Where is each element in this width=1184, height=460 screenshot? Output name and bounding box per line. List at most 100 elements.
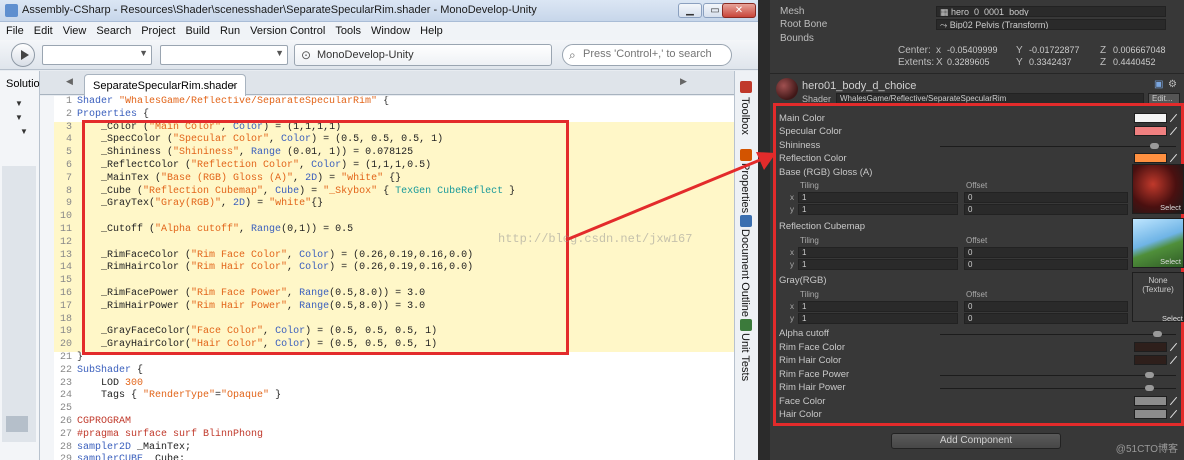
rim-face-power-slider[interactable] (940, 375, 1176, 376)
tiling-x-field[interactable]: 1 (798, 192, 958, 203)
center-x-field[interactable]: -0.05409999 (944, 45, 1006, 56)
monodevelop-window: Assembly-CSharp - Resources\Shader\scene… (0, 0, 758, 460)
gear-icon[interactable]: ⚙ (1168, 79, 1177, 90)
rim-hair-power-knob[interactable] (1145, 385, 1154, 391)
prop-spec-color-label: Specular Color (779, 126, 842, 137)
eyedropper-icon[interactable] (1169, 355, 1178, 365)
menu-run[interactable]: Run (214, 22, 244, 37)
mesh-field[interactable]: ▦ hero_0_0001_body (936, 6, 1166, 17)
search-box[interactable]: ⌕ (562, 44, 732, 66)
pad-unit-tests[interactable]: Unit Tests (739, 333, 751, 381)
solution-pad-label[interactable]: Solutio (6, 78, 40, 90)
menu-window[interactable]: Window (365, 22, 414, 37)
shininess-knob[interactable] (1150, 143, 1159, 149)
code-line[interactable]: 27 #pragma surface surf BlinnPhong (54, 429, 734, 442)
center-z-field[interactable]: 0.006667048 (1110, 45, 1180, 56)
expand-arrow-icon[interactable]: ▼ (15, 99, 23, 108)
add-component-button[interactable]: Add Component (891, 433, 1061, 449)
eyedropper-icon[interactable] (1169, 396, 1178, 406)
search-input[interactable] (583, 48, 728, 60)
minimize-button[interactable]: ▁ (678, 3, 702, 18)
tab-separatespecularrim[interactable]: SeparateSpecularRim.shader × (84, 74, 246, 96)
help-icon[interactable]: ▣ (1154, 79, 1163, 90)
menu-file[interactable]: File (0, 22, 28, 37)
code-line[interactable]: 22 SubShader { (54, 365, 734, 378)
menu-version-control[interactable]: Version Control (244, 22, 329, 37)
rim-face-power-knob[interactable] (1145, 372, 1154, 378)
code-line[interactable]: 23 LOD 300 (54, 378, 734, 391)
line-number: 19 (59, 326, 72, 338)
eyedropper-icon[interactable] (1169, 409, 1178, 419)
menu-search[interactable]: Search (90, 22, 135, 37)
menu-project[interactable]: Project (135, 22, 179, 37)
cube-offset-y-field[interactable]: 0 (964, 259, 1128, 270)
center-y-field[interactable]: -0.01722877 (1026, 45, 1092, 56)
offset-y-field[interactable]: 0 (964, 204, 1128, 215)
cube-tiling-y-field[interactable]: 1 (798, 259, 958, 270)
gray-offset-y-field[interactable]: 0 (964, 313, 1128, 324)
code-line[interactable]: 25 (54, 403, 734, 416)
code-line[interactable]: 26 CGPROGRAM (54, 416, 734, 429)
eyedropper-icon[interactable] (1169, 342, 1178, 352)
code-line[interactable]: 28 sampler2D _MainTex; (54, 442, 734, 455)
nav-back-icon[interactable]: ◀ (66, 76, 73, 87)
root-bone-field[interactable]: ⤳ Bip02 Pelvis (Transform) (936, 19, 1166, 30)
line-number: 21 (59, 352, 72, 363)
alpha-cutoff-knob[interactable] (1153, 331, 1162, 337)
menu-edit[interactable]: Edit (28, 22, 57, 37)
eyedropper-icon[interactable] (1169, 113, 1178, 123)
code-token: SubShader (77, 364, 132, 376)
eyedropper-icon[interactable] (1169, 126, 1178, 136)
root-bone-label: Root Bone (780, 19, 828, 30)
main-color-swatch[interactable] (1134, 113, 1167, 123)
configuration-combo[interactable]: ▼ (42, 45, 152, 65)
scrollbar[interactable] (2, 166, 36, 442)
close-icon[interactable]: × (231, 80, 237, 92)
select-button[interactable]: Select (1160, 257, 1181, 266)
expand-arrow-icon[interactable]: ▼ (20, 127, 28, 136)
extents-z-field[interactable]: 0.4440452 (1110, 57, 1180, 68)
code-line[interactable]: 1 Shader "WhalesGame/Reflective/SeparateS… (54, 96, 734, 109)
pad-toolbox[interactable]: Toolbox (739, 97, 751, 135)
code-token: _MainTex; (131, 441, 192, 453)
code-line[interactable]: 29 samplerCUBE _Cube; (54, 454, 734, 460)
menu-tools[interactable]: Tools (329, 22, 365, 37)
offset-x-field[interactable]: 0 (964, 192, 1128, 203)
menu-view[interactable]: View (57, 22, 91, 37)
cube-tiling-x-field[interactable]: 1 (798, 247, 958, 258)
run-button[interactable] (11, 43, 35, 67)
gray-tiling-y-field[interactable]: 1 (798, 313, 958, 324)
code-token: Properties (77, 108, 138, 120)
rim-hair-power-slider[interactable] (940, 388, 1176, 389)
base-texture-slot[interactable]: Select (1132, 164, 1184, 214)
gray-tiling-x-field[interactable]: 1 (798, 301, 958, 312)
select-button[interactable]: Select (1162, 314, 1183, 323)
hair-color-swatch[interactable] (1134, 409, 1167, 419)
alpha-cutoff-slider[interactable] (940, 334, 1176, 335)
shininess-slider[interactable] (940, 146, 1176, 147)
close-button[interactable]: ✕ (722, 3, 756, 18)
pad-document-outline[interactable]: Document Outline (739, 229, 751, 317)
pad-properties[interactable]: Properties (739, 163, 751, 213)
spec-color-swatch[interactable] (1134, 126, 1167, 136)
blog-watermark: http://blog.csdn.net/jxw167 (498, 232, 693, 246)
reflection-color-swatch[interactable] (1134, 153, 1167, 163)
rim-hair-color-swatch[interactable] (1134, 355, 1167, 365)
cube-offset-x-field[interactable]: 0 (964, 247, 1128, 258)
rim-face-color-swatch[interactable] (1134, 342, 1167, 352)
face-color-swatch[interactable] (1134, 396, 1167, 406)
tiling-y-field[interactable]: 1 (798, 204, 958, 215)
nav-forward-icon[interactable]: ▶ (680, 76, 687, 87)
scrollbar-thumb[interactable] (6, 416, 28, 432)
platform-combo[interactable]: ▼ (160, 45, 288, 65)
cubemap-texture-slot[interactable]: Select (1132, 218, 1184, 268)
select-button[interactable]: Select (1160, 203, 1181, 212)
extents-x-field[interactable]: 0.3289605 (944, 57, 1006, 68)
menu-build[interactable]: Build (179, 22, 213, 37)
eyedropper-icon[interactable] (1169, 153, 1178, 163)
code-line[interactable]: 24 Tags { "RenderType"="Opaque" } (54, 390, 734, 403)
menu-help[interactable]: Help (414, 22, 447, 37)
gray-offset-x-field[interactable]: 0 (964, 301, 1128, 312)
extents-y-field[interactable]: 0.3342437 (1026, 57, 1092, 68)
expand-arrow-icon[interactable]: ▼ (15, 113, 23, 122)
